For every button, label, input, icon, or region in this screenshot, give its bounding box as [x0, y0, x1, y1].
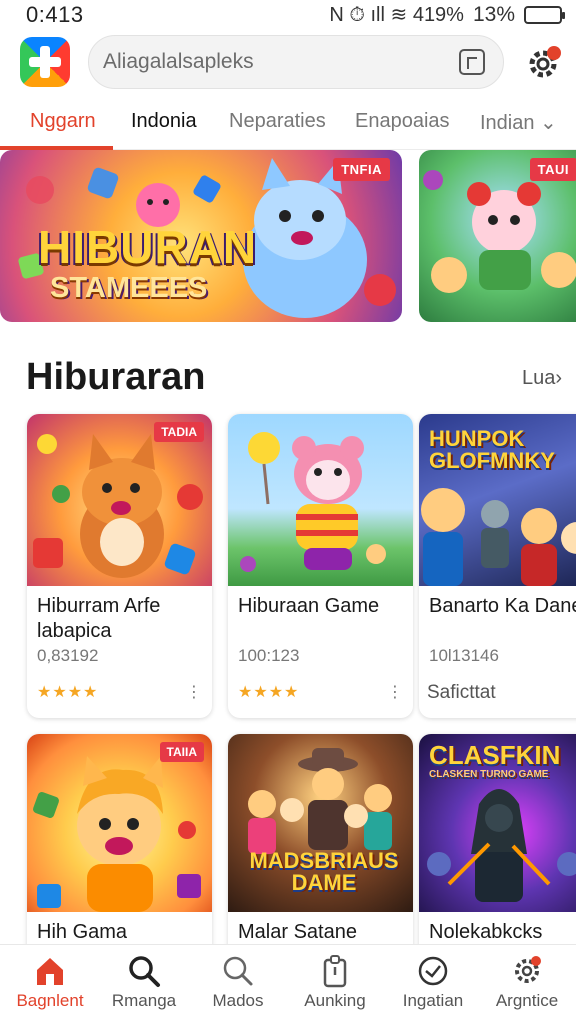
- nav-item-ingatian[interactable]: Ingatian: [385, 945, 481, 1024]
- nav-label: Bagnlent: [16, 991, 84, 1010]
- search-icon: [223, 956, 253, 986]
- gear-notification-icon[interactable]: [524, 42, 564, 82]
- nav-label: Ingatian: [402, 991, 464, 1010]
- game-thumbnail: TAIIA: [27, 734, 212, 912]
- game-title: Nolekabkcks: [429, 921, 543, 943]
- app-plus-logo-icon[interactable]: [20, 37, 70, 87]
- tab-indian[interactable]: Indian ⌄: [480, 110, 557, 135]
- game-title: Malar Satane: [238, 921, 357, 943]
- tab-neparaties[interactable]: Neparaties: [229, 110, 326, 133]
- star-rating: ★★★★: [37, 684, 99, 701]
- battery-percent: 13%: [472, 3, 515, 26]
- tab-enapoaias[interactable]: Enapoaias: [355, 110, 450, 133]
- nav-label: Argntice: [495, 991, 559, 1010]
- game-title: Hih Gama: [37, 921, 128, 943]
- see-more-link[interactable]: Lua›: [522, 367, 562, 390]
- nav-item-argntice[interactable]: Argntice: [479, 945, 575, 1024]
- game-badge: TADIA: [154, 422, 204, 442]
- game-title: Hiburaan Game: [238, 595, 380, 617]
- game-thumbnail-subtitle: CLASKEN TURNO GAME: [429, 769, 549, 780]
- game-downloads: 100:123: [238, 646, 300, 665]
- game-badge: TAIIA: [159, 742, 204, 762]
- game-downloads: 0,83192: [37, 646, 99, 665]
- status-indicators: N ⏱ ıll ≋ 419% 13%: [329, 3, 565, 27]
- search-input[interactable]: Aliagalalsapleks: [103, 50, 459, 74]
- more-options-icon[interactable]: ⋮: [186, 682, 202, 702]
- game-thumbnail-title: HUNPOK GLOFMNKY: [429, 426, 555, 473]
- game-thumbnail: [228, 414, 413, 586]
- top-header: Aliagalalsapleks: [0, 34, 576, 94]
- battery-icon: [524, 6, 565, 24]
- game-thumbnail: CLASFKIN CLASKEN TURNO GAME: [419, 734, 576, 912]
- featured-banner-secondary[interactable]: TAUI: [419, 150, 576, 322]
- nav-label: Mados: [212, 991, 264, 1010]
- game-category: Saficttat: [427, 682, 496, 703]
- game-title: Banarto Ka Dane: [429, 595, 576, 617]
- game-thumbnail-title: CLASFKIN: [429, 740, 561, 770]
- game-thumbnail: MADSBRIAUS DAME: [228, 734, 413, 912]
- category-tabs: Nggarn Indonia Neparaties Enapoaias Indi…: [0, 104, 576, 150]
- status-bar: 0:413 N ⏱ ıll ≋ 419% 13%: [0, 0, 576, 30]
- nav-label: Aunking: [304, 991, 366, 1010]
- banner-badge: TAUI: [529, 158, 576, 181]
- tab-indonia[interactable]: Indonia: [131, 110, 197, 133]
- section-title: Hiburaran: [26, 356, 206, 398]
- status-time: 0:413: [26, 2, 84, 27]
- banner-subtitle: STAMEEES: [50, 272, 208, 304]
- game-card[interactable]: HUNPOK GLOFMNKY Banarto Ka Dane 10l13146…: [419, 414, 576, 718]
- more-options-icon[interactable]: ⋮: [387, 682, 403, 702]
- nav-label: Rmanga: [111, 991, 177, 1010]
- game-thumbnail-title: MADSBRIAUS DAME: [249, 848, 399, 895]
- nav-item-rmanga[interactable]: Rmanga: [96, 945, 192, 1024]
- clipboard-icon: [323, 955, 347, 988]
- signal-wifi-battery-indicators: N ⏱ ıll ≋ 419%: [329, 4, 464, 26]
- search-icon: [129, 956, 160, 987]
- game-card[interactable]: Hiburaan Game 100:123 ★★★★ ⋮: [228, 414, 413, 718]
- game-thumbnail: HUNPOK GLOFMNKY: [419, 414, 576, 586]
- tab-nggarn[interactable]: Nggarn: [30, 110, 96, 133]
- featured-banner-main[interactable]: TNFIA HIBURAN STAMEEES: [0, 150, 402, 322]
- game-card[interactable]: TADIA Hiburram Arfe labapica 0,83192 ★★★…: [27, 414, 212, 718]
- scan-icon[interactable]: [459, 49, 485, 75]
- nav-item-aunking[interactable]: Aunking: [287, 945, 383, 1024]
- nav-item-home[interactable]: Bagnlent: [2, 945, 98, 1024]
- bottom-navigation: Bagnlent Rmanga Mados Aunking Ingatian A…: [0, 944, 576, 1024]
- game-downloads: 10l13146: [429, 646, 499, 665]
- game-thumbnail: TADIA: [27, 414, 212, 586]
- banner-badge: TNFIA: [333, 158, 390, 181]
- nav-item-mados[interactable]: Mados: [190, 945, 286, 1024]
- banner-title: HIBURAN: [38, 221, 258, 273]
- game-artwork: [240, 432, 386, 572]
- home-icon: [37, 958, 63, 985]
- check-circle-icon: [418, 956, 448, 986]
- star-rating: ★★★★: [238, 684, 300, 701]
- gear-icon: [515, 956, 541, 983]
- game-title: Hiburram Arfe labapica: [37, 595, 161, 642]
- search-bar[interactable]: Aliagalalsapleks: [88, 35, 504, 89]
